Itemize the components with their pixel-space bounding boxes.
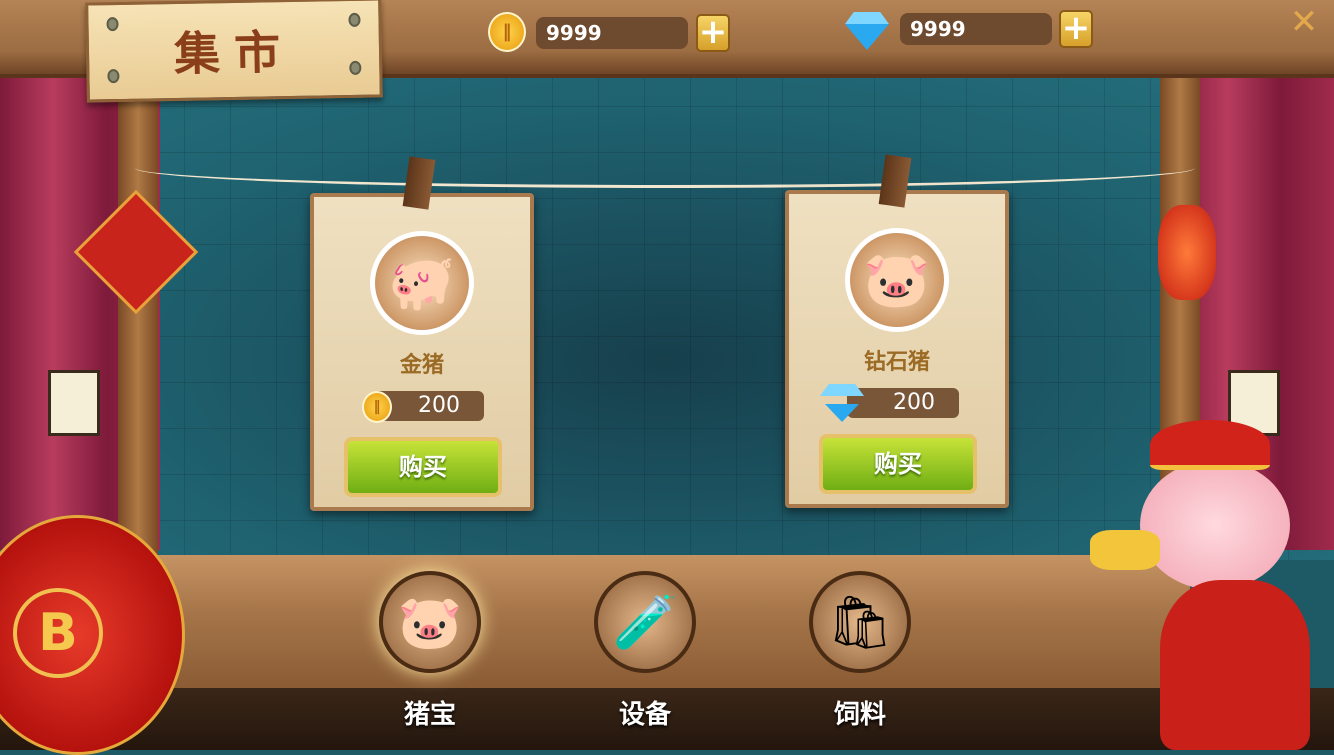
gold-pig-image: 🐖 [370, 231, 474, 335]
diamond-icon [845, 24, 889, 50]
diamond-balance: 9999 [900, 13, 1052, 45]
clothesline [135, 148, 1195, 188]
tab-label[interactable]: 猪宝 [360, 694, 500, 731]
tab-feed[interactable]: 🛍 [809, 571, 911, 673]
bolt-icon [348, 12, 361, 27]
pig-icon: 🐷 [397, 592, 463, 653]
feed-bag-icon: 🛍 [826, 592, 893, 653]
bolt-icon [107, 69, 120, 84]
left-post [118, 70, 158, 560]
tab-equipment[interactable]: 🧪 [594, 571, 696, 673]
logo-icon: B [13, 588, 103, 678]
bolt-icon [349, 60, 362, 75]
tab-pig-treasure[interactable]: 🐷 [379, 571, 481, 673]
tab-label[interactable]: 设备 [575, 694, 715, 731]
title-sign: 集市 [85, 0, 383, 103]
item-card-diamond-pig: 🐷 钻石猪 200 购买 [785, 190, 1009, 508]
bolt-icon [106, 17, 119, 32]
diamond-pig-image: 🐷 [845, 228, 949, 332]
add-diamonds-button[interactable]: + [1059, 10, 1093, 48]
item-price: 200 [847, 388, 959, 418]
coin-icon: ‖ [488, 12, 526, 52]
wall-lamp-icon [48, 370, 100, 436]
coin-balance: 9999 [536, 17, 688, 49]
lantern-icon [1158, 205, 1216, 300]
coin-icon: ‖ [362, 391, 392, 423]
tab-label[interactable]: 饲料 [790, 694, 930, 731]
mascot-pig-image [1090, 420, 1334, 750]
add-coins-button[interactable]: + [696, 14, 730, 52]
buy-button[interactable]: 购买 [344, 437, 502, 497]
item-name: 钻石猪 [863, 350, 930, 375]
buy-button[interactable]: 购买 [819, 434, 977, 494]
gold-ingot-icon [1090, 530, 1160, 570]
page-title: 集市 [173, 24, 295, 82]
potion-icon: 🧪 [612, 592, 678, 653]
crossed-tools-icon[interactable]: ✕ [1286, 4, 1322, 40]
diamond-icon [825, 404, 859, 422]
item-card-gold-pig: 🐖 金猪 200 ‖ 购买 [310, 193, 534, 511]
item-name: 金猪 [399, 353, 444, 378]
